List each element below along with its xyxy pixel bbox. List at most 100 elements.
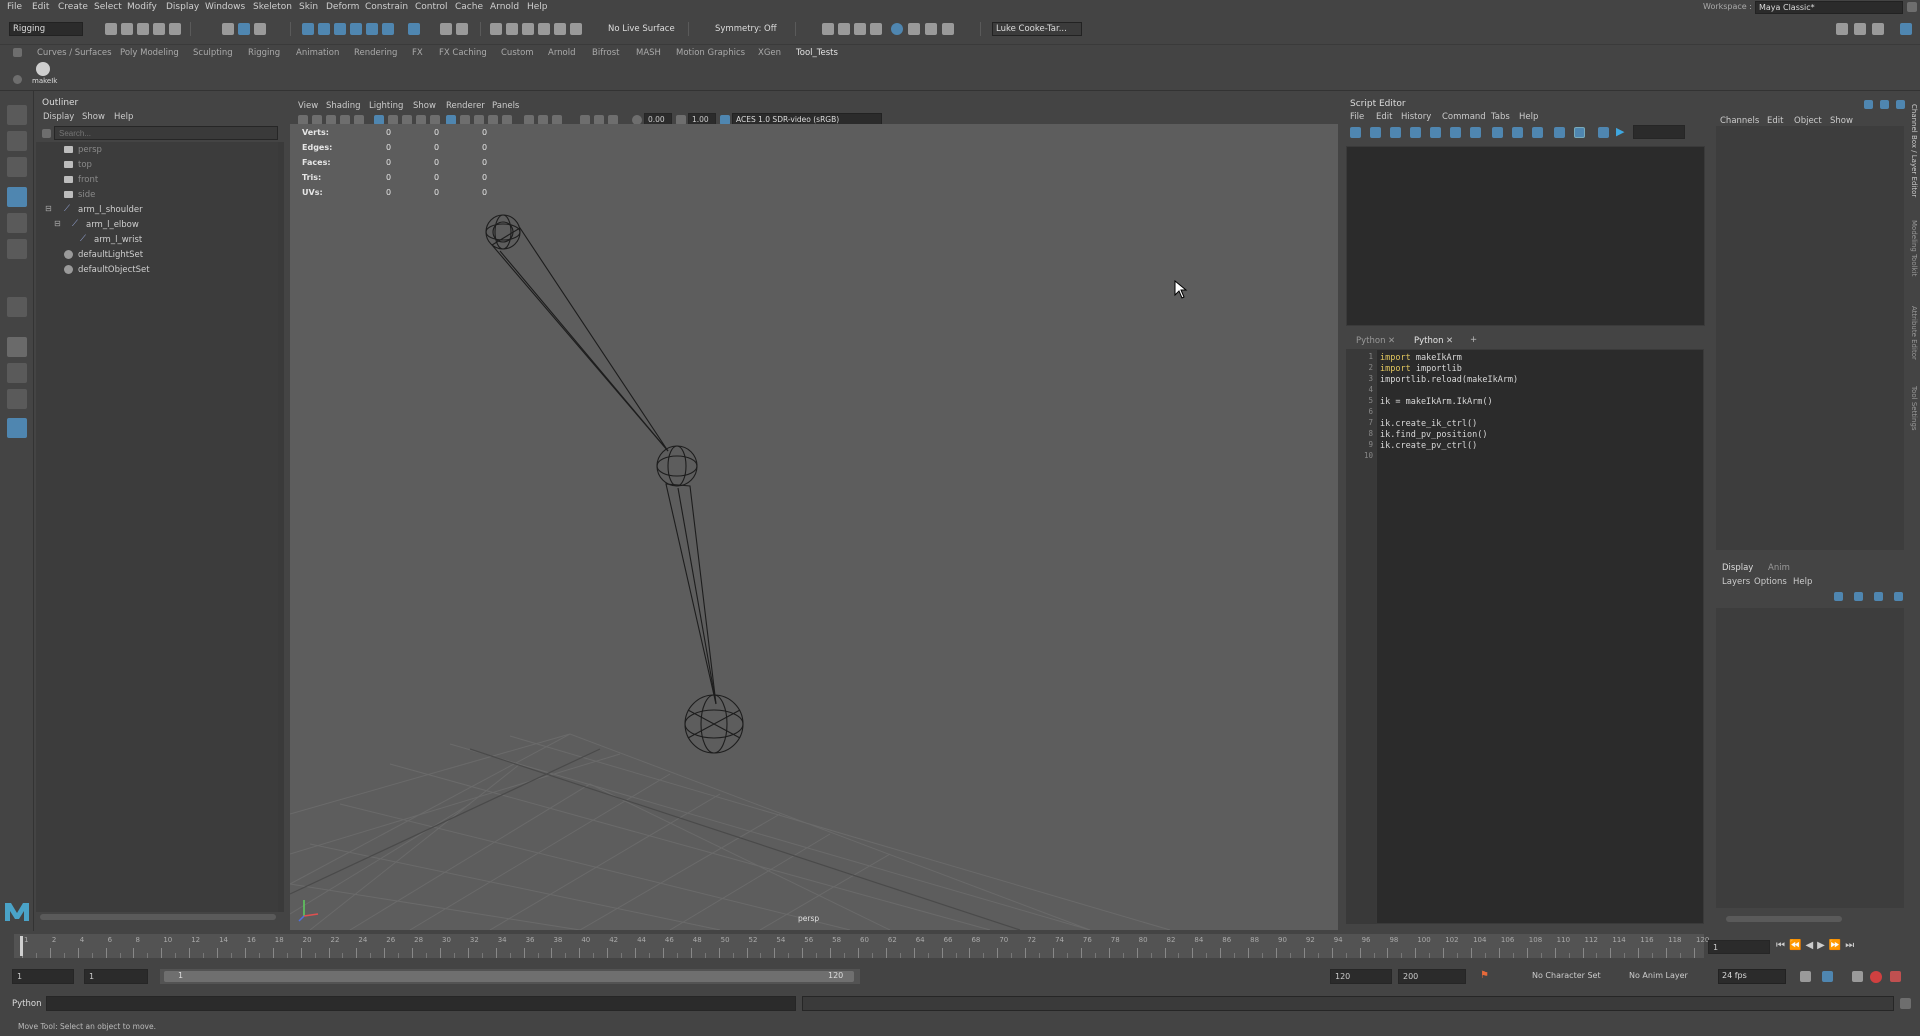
menu-constrain[interactable]: Constrain — [365, 2, 408, 12]
render-setup-icon[interactable] — [908, 23, 920, 35]
workspace-dropdown[interactable]: Maya Classic* — [1755, 1, 1903, 14]
time-slider[interactable]: 1 2 4 6 8 10 12 14 16 18 20 22 24 26 28 30 32 34 36 38 40 42 4… — [14, 934, 1709, 958]
script-menu-edit[interactable]: Edit — [1376, 112, 1392, 122]
snap-grid-icon[interactable] — [302, 23, 314, 35]
ik-arm-joint-chain[interactable] — [290, 124, 1338, 930]
shelf-tab-custom[interactable]: Custom — [501, 48, 534, 58]
layer-editor-list[interactable] — [1716, 608, 1904, 908]
layer-icon[interactable] — [1854, 592, 1863, 601]
four-view-layout-icon[interactable] — [7, 363, 27, 383]
snap-curve-icon[interactable] — [318, 23, 330, 35]
highlight-selection-icon[interactable] — [456, 23, 468, 35]
outliner-item-arm-l-shoulder[interactable]: arm_l_shoulder — [78, 205, 143, 215]
viewport-menu-show[interactable]: Show — [413, 101, 436, 111]
snap-projected-icon[interactable] — [350, 23, 362, 35]
outliner-item-persp[interactable]: persp — [78, 145, 102, 155]
current-frame-field[interactable]: 1 — [1708, 940, 1770, 954]
symmetry-dropdown[interactable]: Symmetry: Off — [715, 24, 777, 34]
show-both-icon[interactable] — [1532, 127, 1543, 138]
script-search-field[interactable] — [1633, 125, 1685, 139]
new-scene-icon[interactable] — [105, 23, 117, 35]
side-tab-attribute-editor[interactable]: Attribute Editor — [1910, 306, 1918, 360]
script-menu-tabs[interactable]: Tabs — [1491, 112, 1510, 122]
script-menu-history[interactable]: History — [1401, 112, 1431, 122]
add-tab-button[interactable]: + — [1470, 335, 1477, 345]
current-time-marker[interactable] — [20, 936, 23, 956]
render-frame-icon[interactable] — [838, 23, 850, 35]
redo-icon[interactable] — [169, 23, 181, 35]
shelf-tab-poly-modeling[interactable]: Poly Modeling — [120, 48, 179, 58]
lock-icon[interactable] — [1907, 2, 1917, 12]
outliner-menu-help[interactable]: Help — [114, 112, 133, 122]
select-object-icon[interactable] — [238, 23, 250, 35]
close-tab-icon[interactable]: ✕ — [1388, 336, 1395, 346]
shelf-tab-arnold[interactable]: Arnold — [548, 48, 576, 58]
outliner-menu-show[interactable]: Show — [82, 112, 105, 122]
open-scene-icon[interactable] — [121, 23, 133, 35]
select-component-icon[interactable] — [254, 23, 266, 35]
snap-live-icon[interactable] — [382, 23, 394, 35]
save-script-icon[interactable] — [1390, 127, 1401, 138]
layers-menu[interactable]: Layers — [1722, 577, 1750, 587]
script-editor-icon[interactable] — [1900, 998, 1911, 1009]
outliner-item-side[interactable]: side — [78, 190, 95, 200]
fps-dropdown[interactable]: 24 fps — [1718, 969, 1786, 984]
menu-create[interactable]: Create — [58, 2, 88, 12]
magnet-icon[interactable] — [570, 23, 582, 35]
single-perspective-layout-icon[interactable] — [7, 337, 27, 357]
line-numbers-icon[interactable] — [1574, 127, 1585, 138]
light-editor-icon[interactable] — [925, 23, 937, 35]
loop-icon[interactable] — [1800, 971, 1811, 982]
scene-start-field[interactable]: 1 — [12, 969, 74, 984]
shelf-tab-fx[interactable]: FX — [412, 48, 423, 58]
outliner-menu-display[interactable]: Display — [43, 112, 74, 122]
show-input-icon[interactable] — [1512, 127, 1523, 138]
scene-end-field[interactable]: 200 — [1398, 969, 1466, 984]
pause-icon[interactable] — [942, 23, 954, 35]
save-scene-icon[interactable] — [137, 23, 149, 35]
menu-file[interactable]: File — [7, 2, 22, 12]
channels-object-menu[interactable]: Object — [1794, 116, 1822, 126]
layer-tab-anim[interactable]: Anim — [1768, 563, 1790, 573]
script-menu-file[interactable]: File — [1350, 112, 1364, 122]
playback-end-field[interactable]: 120 — [1330, 969, 1392, 984]
channels-menu[interactable]: Channels — [1720, 116, 1759, 126]
shelf-tab-curves-surfaces[interactable]: Curves / Surfaces — [37, 48, 112, 58]
channel-icon[interactable] — [1896, 100, 1905, 109]
lock-selection-icon[interactable] — [440, 23, 452, 35]
outliner-vertical-scrollbar[interactable] — [278, 142, 284, 912]
outliner-item-arm-l-wrist[interactable]: arm_l_wrist — [94, 235, 142, 245]
outliner-item-default-light-set[interactable]: defaultLightSet — [78, 250, 143, 260]
execute-all-icon[interactable]: ▶ — [1616, 125, 1624, 138]
script-menu-command[interactable]: Command — [1442, 112, 1486, 122]
undo-icon[interactable] — [153, 23, 165, 35]
playback-controls[interactable]: ⏮⏪◀▶⏩⏭ — [1776, 940, 1858, 951]
menu-windows[interactable]: Windows — [205, 2, 245, 12]
history-icon[interactable] — [490, 23, 502, 35]
menu-display[interactable]: Display — [166, 2, 199, 12]
viewport-3d[interactable]: Verts: 0 0 0 Edges: 0 0 0 Faces: 0 0 0 T… — [290, 124, 1338, 930]
viewport-menu-view[interactable]: View — [298, 101, 318, 111]
paint-select-tool-icon[interactable] — [7, 157, 27, 177]
select-hierarchy-icon[interactable] — [222, 23, 234, 35]
menuset-dropdown[interactable]: Rigging — [9, 22, 83, 36]
layers-scrollbar[interactable] — [1726, 916, 1842, 922]
sound-icon[interactable] — [1852, 971, 1863, 982]
menu-deform[interactable]: Deform — [326, 2, 359, 12]
outliner-item-top[interactable]: top — [78, 160, 92, 170]
ipr-render-icon[interactable] — [854, 23, 866, 35]
range-slider[interactable]: 1 120 — [160, 969, 860, 984]
execute-selected-icon[interactable] — [1598, 127, 1609, 138]
outliner-filter-icon[interactable] — [42, 129, 51, 138]
auto-key-icon[interactable]: ⚑ — [1480, 970, 1489, 981]
outliner-item-default-object-set[interactable]: defaultObjectSet — [78, 265, 150, 275]
menu-edit[interactable]: Edit — [32, 2, 49, 12]
viewport-menu-lighting[interactable]: Lighting — [369, 101, 403, 111]
render-view-icon[interactable] — [822, 23, 834, 35]
menu-skin[interactable]: Skin — [299, 2, 318, 12]
menu-help[interactable]: Help — [527, 2, 548, 12]
scale-tool-icon[interactable] — [7, 239, 27, 259]
playback-start-field[interactable]: 1 — [84, 969, 148, 984]
expand-toggle-icon[interactable]: ⊟ — [45, 204, 52, 213]
clear-history-icon[interactable] — [1430, 127, 1441, 138]
